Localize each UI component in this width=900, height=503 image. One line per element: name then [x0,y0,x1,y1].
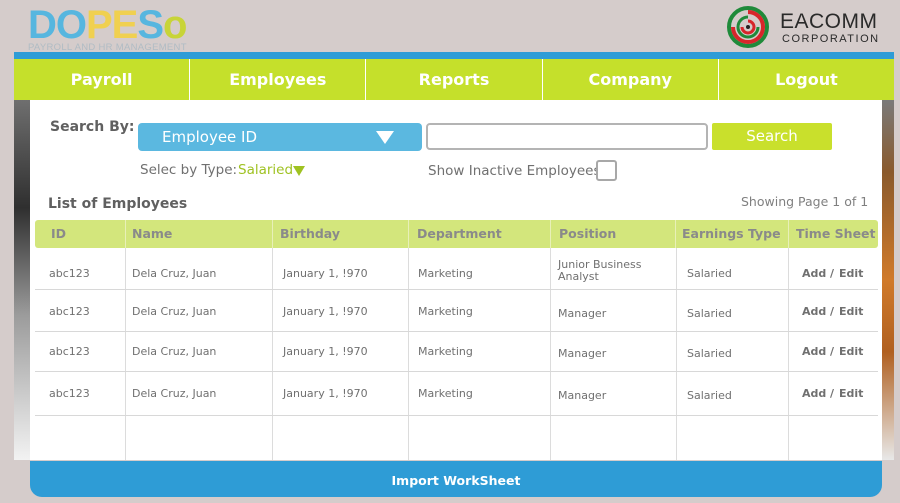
column-header-earnings-type: Earnings Type [682,226,781,241]
nav-item-company[interactable]: Company [543,59,719,100]
column-divider [676,248,677,460]
left-decor-strip [14,100,30,460]
cell-id: abc123 [49,305,90,318]
header-accent-strip [14,52,894,59]
partner-sub: CORPORATION [782,33,880,45]
import-worksheet-button[interactable]: Import WorkSheet [30,461,882,497]
nav-item-payroll[interactable]: Payroll [14,59,191,100]
show-inactive-checkbox[interactable] [596,160,617,181]
header-divider [550,220,551,248]
cell-earnings-type: Salaried [687,389,732,402]
row-divider [35,415,878,416]
cell-earnings-type: Salaried [687,267,732,280]
cell-earnings-type: Salaried [687,307,732,320]
column-divider [125,248,126,460]
nav-item-logout[interactable]: Logout [719,59,894,100]
search-field-value: Employee ID [162,128,258,146]
pagination-status: Showing Page 1 of 1 [741,194,869,209]
cell-id: abc123 [49,387,90,400]
row-divider [35,289,878,290]
timesheet-add-link[interactable]: Add [802,387,826,400]
timesheet-add-link[interactable]: Add [802,267,826,280]
row-divider [35,331,878,332]
eacomm-swirl-icon [727,6,769,48]
timesheet-edit-link[interactable]: Edit [839,305,863,318]
type-filter-label: Selec by Type: [140,162,238,178]
column-header-birthday: Birthday [280,226,340,241]
nav-item-employees[interactable]: Employees [190,59,367,100]
timesheet-add-link[interactable]: Add [802,345,826,358]
main-nav: Payroll Employees Reports Company Logout [14,59,894,100]
cell-department: Marketing [418,387,473,400]
column-header-name: Name [132,226,173,241]
dopeso-logo: DOPESo PAYROLL AND HR MANAGEMENT [28,3,203,53]
cell-name: Dela Cruz, Juan [132,267,217,280]
timesheet-edit-link[interactable]: Edit [839,267,863,280]
type-filter-select[interactable]: Salaried [238,162,293,178]
eacomm-logo: EACOMM CORPORATION [722,6,882,50]
row-divider [35,371,878,372]
cell-birthday: January 1, !970 [283,387,368,400]
cell-department: Marketing [418,305,473,318]
search-by-label: Search By: [50,119,135,135]
timesheet-separator: / [830,387,835,400]
cell-name: Dela Cruz, Juan [132,305,217,318]
app-header: DOPESo PAYROLL AND HR MANAGEMENT EACOMM … [0,0,900,53]
cell-department: Marketing [418,345,473,358]
table-header: ID Name Birthday Department Position Ear… [35,220,878,248]
timesheet-separator: / [830,345,835,358]
cell-position: Manager [558,307,607,320]
timesheet-add-link[interactable]: Add [802,305,826,318]
chevron-down-icon[interactable] [293,166,305,176]
search-input[interactable] [426,123,708,150]
column-divider [788,248,789,460]
cell-birthday: January 1, !970 [283,305,368,318]
content-panel [30,100,882,460]
list-title: List of Employees [48,196,188,212]
cell-department: Marketing [418,267,473,280]
cell-id: abc123 [49,345,90,358]
cell-name: Dela Cruz, Juan [132,387,217,400]
search-field-select[interactable]: Employee ID [138,123,422,151]
column-header-position: Position [559,226,617,241]
cell-id: abc123 [49,267,90,280]
right-decor-strip [882,100,894,460]
cell-birthday: January 1, !970 [283,267,368,280]
column-divider [550,248,551,460]
cell-position: Junior Business Analyst [558,258,642,283]
header-divider [788,220,789,248]
timesheet-edit-link[interactable]: Edit [839,387,863,400]
cell-position: Manager [558,347,607,360]
cell-earnings-type: Salaried [687,347,732,360]
nav-item-reports[interactable]: Reports [366,59,543,100]
header-divider [675,220,676,248]
column-header-time-sheet: Time Sheet [796,226,876,241]
column-divider [272,248,273,460]
cell-name: Dela Cruz, Juan [132,345,217,358]
column-header-id: ID [51,226,67,241]
search-button[interactable]: Search [712,123,832,150]
header-divider [272,220,273,248]
header-divider [408,220,409,248]
header-divider [125,220,126,248]
cell-birthday: January 1, !970 [283,345,368,358]
column-divider [408,248,409,460]
partner-name: EACOMM [780,10,878,33]
timesheet-edit-link[interactable]: Edit [839,345,863,358]
chevron-down-icon [376,131,394,144]
timesheet-separator: / [830,267,835,280]
cell-position: Manager [558,389,607,402]
show-inactive-label: Show Inactive Employees [428,163,601,179]
column-header-department: Department [417,226,502,241]
timesheet-separator: / [830,305,835,318]
dopeso-wordmark: DOPESo [28,3,188,47]
